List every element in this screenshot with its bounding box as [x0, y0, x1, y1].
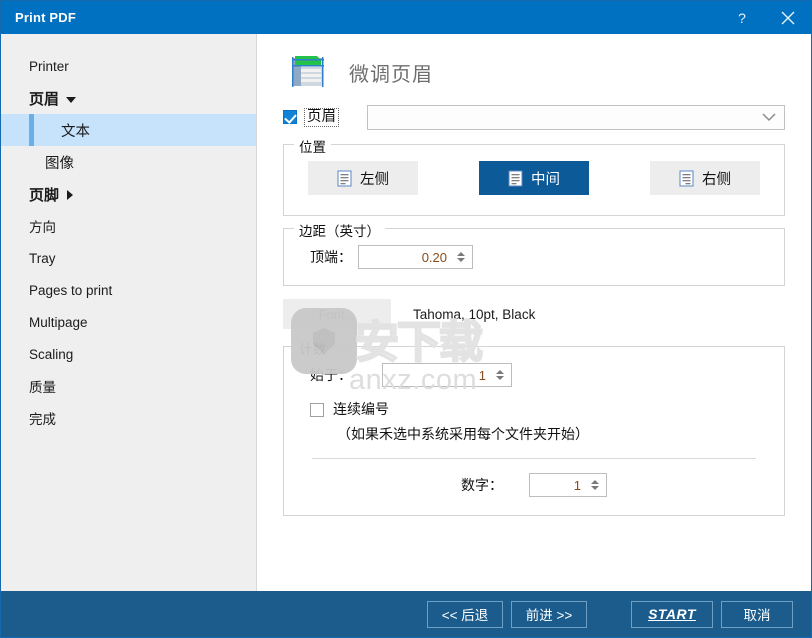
chevron-up-icon[interactable] [456, 252, 465, 256]
position-left-button[interactable]: 左侧 [308, 161, 418, 195]
title-bar-controls: ? [719, 1, 811, 34]
sidebar-item-label: Pages to print [29, 282, 113, 298]
position-right-label: 右侧 [702, 171, 731, 188]
start-button[interactable]: START [631, 600, 713, 628]
title-bar: Print PDF ? [1, 1, 811, 34]
document-left-icon [337, 170, 352, 186]
counting-start-label: 始于： [310, 367, 352, 383]
sidebar-item-label: Multipage [29, 314, 88, 330]
settings-panel: 微调页眉 页眉 位置 左侧 中间 右侧 边距（英寸） 顶端： 0.20 Font… [257, 34, 811, 591]
sidebar-item-label: Printer [29, 58, 69, 74]
sidebar-item-scaling[interactable]: Scaling [1, 338, 256, 370]
sidebar-item-pages-to-print[interactable]: Pages to print [1, 274, 256, 306]
back-button[interactable]: << 后退 [427, 600, 503, 628]
font-button[interactable]: Font... [283, 299, 391, 329]
counting-digits-spinner[interactable]: 1 [529, 473, 607, 497]
sidebar-group-footer[interactable]: 页脚 [1, 178, 256, 210]
position-center-button[interactable]: 中间 [479, 161, 589, 195]
counting-digits-row: 数字： 1 [298, 459, 770, 501]
font-row: Font... Tahoma, 10pt, Black [283, 292, 785, 336]
sidebar-item-label: 方向 [29, 220, 56, 235]
sidebar-item-label: Tray [29, 250, 56, 266]
margin-top-row: 顶端： 0.20 [298, 243, 770, 269]
font-description: Tahoma, 10pt, Black [413, 306, 536, 322]
chevron-right-icon [67, 190, 74, 200]
counting-digits-value: 1 [573, 477, 581, 493]
spinner-arrows[interactable] [587, 480, 606, 490]
position-legend: 位置 [294, 136, 331, 156]
help-button[interactable]: ? [719, 1, 765, 34]
header-enable-row: 页眉 [283, 102, 785, 132]
print-pdf-dialog: Print PDF ? Printer 页眉 文本 图像 页脚 方向 Tray … [0, 0, 812, 638]
position-right-button[interactable]: 右侧 [650, 161, 760, 195]
chevron-down-icon[interactable] [590, 486, 599, 490]
sidebar-item-label: 文本 [61, 123, 90, 140]
sidebar-item-printer[interactable]: Printer [1, 50, 256, 82]
sidebar-item-quality[interactable]: 质量 [1, 370, 256, 402]
counting-start-row: 始于： 1 [298, 361, 770, 387]
close-button[interactable] [765, 1, 811, 34]
chevron-down-icon[interactable] [495, 376, 504, 380]
margin-top-spinner[interactable]: 0.20 [358, 245, 473, 269]
sidebar-item-image[interactable]: 图像 [1, 146, 256, 178]
counting-fieldset: 计数 始于： 1 连续编号 （如果禾选中系统采用每个文件夹开始） 数字： 1 [283, 338, 785, 516]
sidebar-item-multipage[interactable]: Multipage [1, 306, 256, 338]
continuous-numbering-hint: （如果禾选中系统采用每个文件夹开始） [337, 426, 589, 442]
counting-legend: 计数 [294, 338, 331, 358]
continuous-numbering-checkbox[interactable] [310, 403, 324, 417]
chevron-down-icon [66, 97, 77, 103]
document-center-icon [508, 170, 523, 186]
header-enable-checkbox[interactable] [283, 110, 297, 124]
dialog-body: Printer 页眉 文本 图像 页脚 方向 Tray Pages to pri… [1, 34, 811, 591]
chevron-down-icon[interactable] [456, 258, 465, 262]
counting-start-value: 1 [478, 367, 486, 383]
sidebar-item-label: 完成 [29, 412, 56, 427]
position-left-label: 左侧 [360, 171, 389, 188]
next-button[interactable]: 前进 >> [511, 600, 587, 628]
chevron-up-icon[interactable] [495, 370, 504, 374]
counting-digits-label: 数字： [461, 477, 503, 493]
sidebar-item-finish[interactable]: 完成 [1, 402, 256, 434]
position-options: 左侧 中间 右侧 [298, 159, 770, 203]
svg-text:?: ? [738, 10, 746, 26]
header-text-combobox[interactable] [367, 104, 785, 130]
sidebar-item-label: 图像 [45, 155, 74, 172]
spinner-arrows[interactable] [492, 370, 511, 380]
sidebar-group-header[interactable]: 页眉 [1, 82, 256, 114]
sidebar-item-tray[interactable]: Tray [1, 242, 256, 274]
window-title: Print PDF [15, 10, 77, 25]
header-enable-label: 页眉 [304, 107, 339, 127]
counting-start-spinner[interactable]: 1 [382, 363, 512, 387]
spinner-arrows[interactable] [453, 252, 472, 262]
margin-fieldset: 边距（英寸） 顶端： 0.20 [283, 220, 785, 286]
margin-legend: 边距（英寸） [294, 220, 385, 240]
chevron-up-icon[interactable] [590, 480, 599, 484]
settings-sidebar: Printer 页眉 文本 图像 页脚 方向 Tray Pages to pri… [1, 34, 257, 591]
position-center-label: 中间 [531, 171, 560, 188]
spreadsheet-document-icon [287, 50, 331, 94]
start-button-label: START [648, 606, 696, 622]
sidebar-item-label: 质量 [29, 380, 56, 395]
panel-header: 微调页眉 [283, 34, 785, 96]
page-title: 微调页眉 [349, 63, 433, 86]
margin-top-label: 顶端： [310, 249, 352, 265]
sidebar-item-label: Scaling [29, 346, 74, 362]
sidebar-item-orientation[interactable]: 方向 [1, 210, 256, 242]
sidebar-item-label: 页脚 [29, 186, 60, 204]
sidebar-item-label: 页眉 [29, 90, 60, 108]
continuous-numbering-label: 连续编号 [333, 401, 389, 417]
position-fieldset: 位置 左侧 中间 右侧 [283, 136, 785, 216]
cancel-button[interactable]: 取消 [721, 600, 793, 628]
document-right-icon [679, 170, 694, 186]
dialog-footer: << 后退 前进 >> START 取消 [1, 591, 811, 637]
margin-top-value: 0.20 [421, 249, 447, 265]
sidebar-item-text[interactable]: 文本 [1, 114, 256, 146]
chevron-down-icon [762, 112, 776, 121]
counting-continuous-row: 连续编号 （如果禾选中系统采用每个文件夹开始） [298, 387, 770, 444]
